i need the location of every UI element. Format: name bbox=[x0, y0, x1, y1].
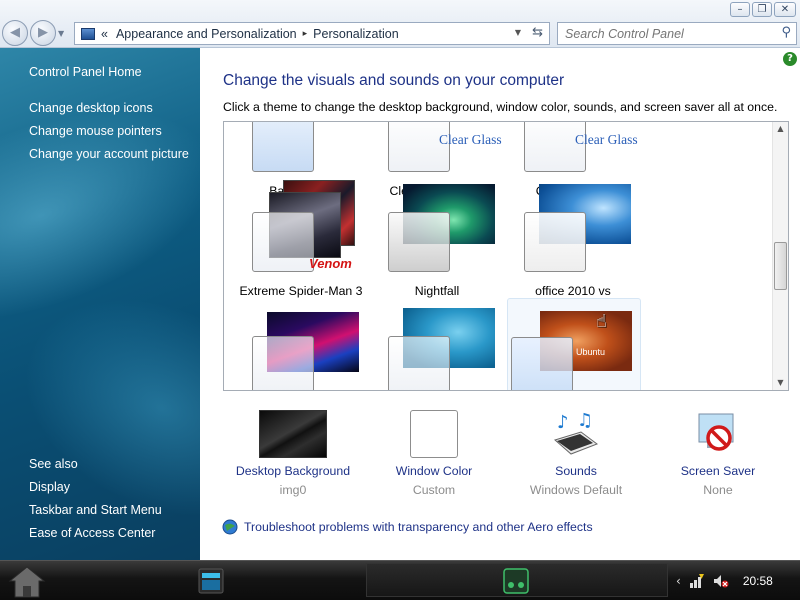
theme-label: Extreme Spider-Man 3 bbox=[239, 284, 363, 298]
theme-office-2010-vs[interactable]: office 2010 vs bbox=[509, 184, 637, 304]
theme-preview bbox=[524, 212, 586, 272]
address-bar[interactable]: « Appearance and Personalization ▸ Perso… bbox=[74, 22, 550, 45]
scroll-down-icon[interactable]: ▼ bbox=[773, 376, 788, 390]
breadcrumb-personalization[interactable]: Personalization bbox=[313, 27, 398, 41]
hand-cursor-icon: ☝ bbox=[596, 311, 607, 332]
breadcrumb-prefix[interactable]: « bbox=[101, 27, 108, 41]
control-panel-home-link[interactable]: Control Panel Home bbox=[29, 65, 142, 79]
theme-preview bbox=[252, 122, 314, 172]
clock[interactable]: 20:58 bbox=[743, 574, 773, 588]
ease-of-access-link[interactable]: Ease of Access Center bbox=[29, 526, 155, 540]
sounds-setting[interactable]: ♪ ♫ Sounds Windows Default bbox=[506, 410, 646, 497]
control-panel-app-icon bbox=[198, 568, 224, 594]
setting-name: Sounds bbox=[555, 464, 597, 478]
page-subtitle: Click a theme to change the desktop back… bbox=[223, 100, 778, 114]
window-color-icon bbox=[410, 410, 458, 458]
close-button[interactable]: ✕ bbox=[774, 2, 796, 17]
theme-wall-text: Ubuntu bbox=[576, 347, 606, 357]
main-panel: ? Change the visuals and sounds on your … bbox=[200, 48, 800, 560]
theme-wall-text: Clear Glass bbox=[439, 132, 502, 147]
breadcrumb-appearance[interactable]: Appearance and Personalization bbox=[116, 27, 297, 41]
screen-saver-icon bbox=[693, 410, 743, 458]
theme-ubuntu-selected[interactable]: Ubuntu ☝ bbox=[507, 298, 641, 390]
theme-preview bbox=[252, 336, 314, 390]
page-title: Change the visuals and sounds on your co… bbox=[223, 72, 565, 89]
see-also-header: See also bbox=[29, 457, 78, 471]
troubleshoot-row[interactable]: Troubleshoot problems with transparency … bbox=[222, 519, 593, 535]
breadcrumb-separator-icon[interactable]: ▸ bbox=[303, 29, 308, 39]
control-panel-icon bbox=[81, 27, 95, 40]
theme-preview bbox=[388, 212, 450, 272]
taskbar-control-panel-button[interactable] bbox=[196, 566, 226, 599]
taskbar-start-menu-link[interactable]: Taskbar and Start Menu bbox=[29, 503, 162, 517]
setting-name: Desktop Background bbox=[235, 464, 351, 478]
theme-preview bbox=[388, 336, 450, 390]
address-dropdown-icon[interactable]: ▼ bbox=[515, 28, 521, 37]
change-account-picture-link[interactable]: Change your account picture bbox=[29, 147, 189, 161]
setting-value: Custom bbox=[412, 483, 456, 497]
desktop-background-setting[interactable]: Desktop Background img0 bbox=[223, 410, 363, 497]
network-icon[interactable] bbox=[689, 573, 705, 589]
volume-muted-icon[interactable] bbox=[713, 573, 729, 589]
setting-value: img0 bbox=[279, 483, 307, 497]
scroll-thumb[interactable] bbox=[774, 242, 787, 290]
window-controls: – ❐ ✕ bbox=[730, 2, 796, 17]
search-input[interactable] bbox=[558, 23, 768, 44]
setting-name: Window Color bbox=[395, 464, 473, 478]
home-icon bbox=[8, 566, 46, 598]
theme-nightfall[interactable]: Nightfall bbox=[373, 184, 501, 304]
forward-button[interactable]: ▶ bbox=[30, 20, 56, 46]
setting-name: Screen Saver bbox=[680, 464, 756, 478]
theme-preview bbox=[252, 212, 314, 272]
minimize-button[interactable]: – bbox=[730, 2, 750, 17]
theme-wall-text: Venom bbox=[309, 256, 352, 271]
recent-pages-dropdown-icon[interactable]: ▼ bbox=[58, 29, 64, 38]
window-color-setting[interactable]: Window Color Custom bbox=[364, 410, 504, 497]
sounds-icon: ♪ ♫ bbox=[551, 410, 601, 458]
theme-preview bbox=[511, 337, 573, 390]
setting-value: None bbox=[703, 483, 733, 497]
maximize-button[interactable]: ❐ bbox=[752, 2, 772, 17]
help-icon[interactable]: ? bbox=[783, 52, 797, 66]
setting-value: Windows Default bbox=[529, 483, 623, 497]
screen-saver-setting[interactable]: Screen Saver None bbox=[648, 410, 788, 497]
svg-text:♪: ♪ bbox=[557, 412, 569, 433]
system-tray: ‹ 20:58 bbox=[676, 573, 773, 589]
title-bar: – ❐ ✕ ◀ ▶ ▼ « Appearance and Personaliza… bbox=[0, 0, 800, 48]
scroll-up-icon[interactable]: ▲ bbox=[773, 122, 788, 136]
globe-troubleshoot-icon bbox=[222, 519, 238, 535]
theme-item[interactable] bbox=[237, 312, 365, 390]
svg-text:♫: ♫ bbox=[577, 410, 593, 431]
change-desktop-icons-link[interactable]: Change desktop icons bbox=[29, 101, 153, 115]
task-sidebar: Control Panel Home Change desktop icons … bbox=[0, 48, 200, 560]
back-button[interactable]: ◀ bbox=[2, 20, 28, 46]
theme-label: office 2010 vs bbox=[535, 284, 611, 298]
theme-wall-text: Clear Glass bbox=[575, 132, 638, 147]
theme-extreme-spider-man-3[interactable]: Venom Extreme Spider-Man 3 bbox=[237, 180, 365, 304]
search-box[interactable]: ⚲ bbox=[557, 22, 797, 45]
theme-label: Nightfall bbox=[414, 284, 460, 298]
show-hidden-icons-icon[interactable]: ‹ bbox=[676, 574, 681, 588]
taskbar-app-button[interactable] bbox=[502, 567, 530, 598]
theme-item[interactable] bbox=[373, 308, 501, 390]
theme-gallery[interactable]: Basic Black Clear Glass Clear Glass 7 Al… bbox=[223, 121, 789, 391]
gallery-scrollbar[interactable]: ▲ ▼ bbox=[772, 122, 788, 390]
troubleshoot-link[interactable]: Troubleshoot problems with transparency … bbox=[244, 520, 593, 534]
display-link[interactable]: Display bbox=[29, 480, 70, 494]
no-screensaver-icon bbox=[698, 413, 734, 451]
desktop-background-icon bbox=[259, 410, 327, 458]
search-icon[interactable]: ⚲ bbox=[781, 25, 791, 40]
back-arrow-icon: ◀ bbox=[10, 25, 20, 40]
app-icon bbox=[503, 568, 529, 594]
refresh-icon[interactable]: ⇆ bbox=[532, 25, 543, 40]
start-button[interactable] bbox=[8, 565, 46, 600]
music-keyboard-icon: ♪ ♫ bbox=[553, 410, 599, 455]
forward-arrow-icon: ▶ bbox=[38, 25, 48, 40]
change-mouse-pointers-link[interactable]: Change mouse pointers bbox=[29, 124, 162, 138]
taskbar: ‹ 20:58 bbox=[0, 560, 800, 600]
